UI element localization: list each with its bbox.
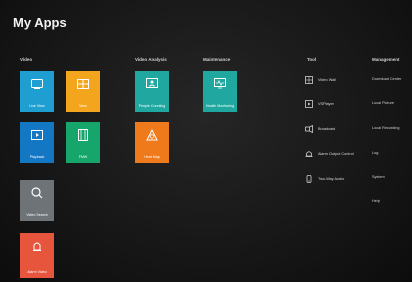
management-item-local-picture[interactable]: Local Picture: [372, 101, 394, 105]
management-item-help[interactable]: Help: [372, 199, 380, 203]
tile-label: Alarm Video: [27, 270, 47, 274]
heat-map-icon: [135, 128, 169, 144]
tile-people-counting[interactable]: People Counting: [135, 71, 169, 112]
alarm-icon: [20, 240, 54, 255]
tile-label: View: [79, 104, 87, 108]
tile-label: Live View: [29, 104, 45, 108]
tool-item-label: VSPlayer: [318, 102, 334, 106]
tile-fmw[interactable]: FMW: [66, 122, 100, 163]
tile-heat-map[interactable]: Heat Map: [135, 122, 169, 163]
tile-label: Video Search: [26, 213, 48, 217]
people-counting-icon: [135, 78, 169, 93]
tool-item-two-way-audio[interactable]: Two-Way Audio: [305, 174, 344, 184]
tile-video-search[interactable]: Video Search: [20, 180, 54, 221]
tile-live-view[interactable]: Live View: [20, 71, 54, 112]
tool-item-vsplayer[interactable]: VSPlayer: [305, 99, 334, 109]
video-wall-icon: [305, 76, 313, 84]
tile-label: Heat Map: [144, 155, 160, 159]
management-item-local-recording[interactable]: Local Recording: [372, 126, 399, 130]
tile-alarm-video[interactable]: Alarm Video: [20, 233, 54, 278]
player-icon: [305, 100, 313, 108]
section-label-maintenance: Maintenance: [203, 57, 231, 62]
tile-label: People Counting: [138, 104, 166, 108]
alarm-output-icon: [305, 150, 313, 158]
management-item-log[interactable]: Log: [372, 151, 378, 155]
management-item-download-center[interactable]: Download Center: [372, 77, 401, 81]
tool-item-label: Two-Way Audio: [318, 177, 345, 181]
search-icon: [20, 187, 54, 202]
film-icon: [66, 129, 100, 144]
tool-item-broadcast[interactable]: Broadcast: [305, 124, 335, 134]
section-label-tool: Tool: [307, 57, 317, 62]
tile-label: Playback: [29, 155, 45, 159]
two-way-audio-icon: [305, 175, 313, 183]
tile-label: Health Monitoring: [205, 104, 235, 108]
management-item-system[interactable]: System: [372, 175, 385, 179]
tile-health-monitoring[interactable]: Health Monitoring: [203, 71, 237, 112]
tool-item-label: Broadcast: [318, 127, 336, 131]
tool-item-alarm-output-control[interactable]: Alarm Output Control: [305, 149, 354, 159]
play-icon: [20, 129, 54, 143]
broadcast-icon: [305, 125, 313, 133]
tool-item-label: Alarm Output Control: [318, 152, 354, 156]
tool-item-label: Video Wall: [318, 78, 336, 82]
section-label-video: Video: [20, 57, 33, 62]
section-label-video-analysis: Video Analysis: [135, 57, 167, 62]
section-label-management: Management: [372, 57, 400, 62]
tile-view[interactable]: View: [66, 71, 100, 112]
page-title: My Apps: [13, 15, 67, 30]
tool-item-video-wall[interactable]: Video Wall: [305, 75, 336, 85]
monitor-icon: [20, 78, 54, 92]
grid-view-icon: [66, 78, 100, 92]
tile-playback[interactable]: Playback: [20, 122, 54, 163]
health-monitor-icon: [203, 78, 237, 92]
tile-label: FMW: [78, 155, 88, 159]
